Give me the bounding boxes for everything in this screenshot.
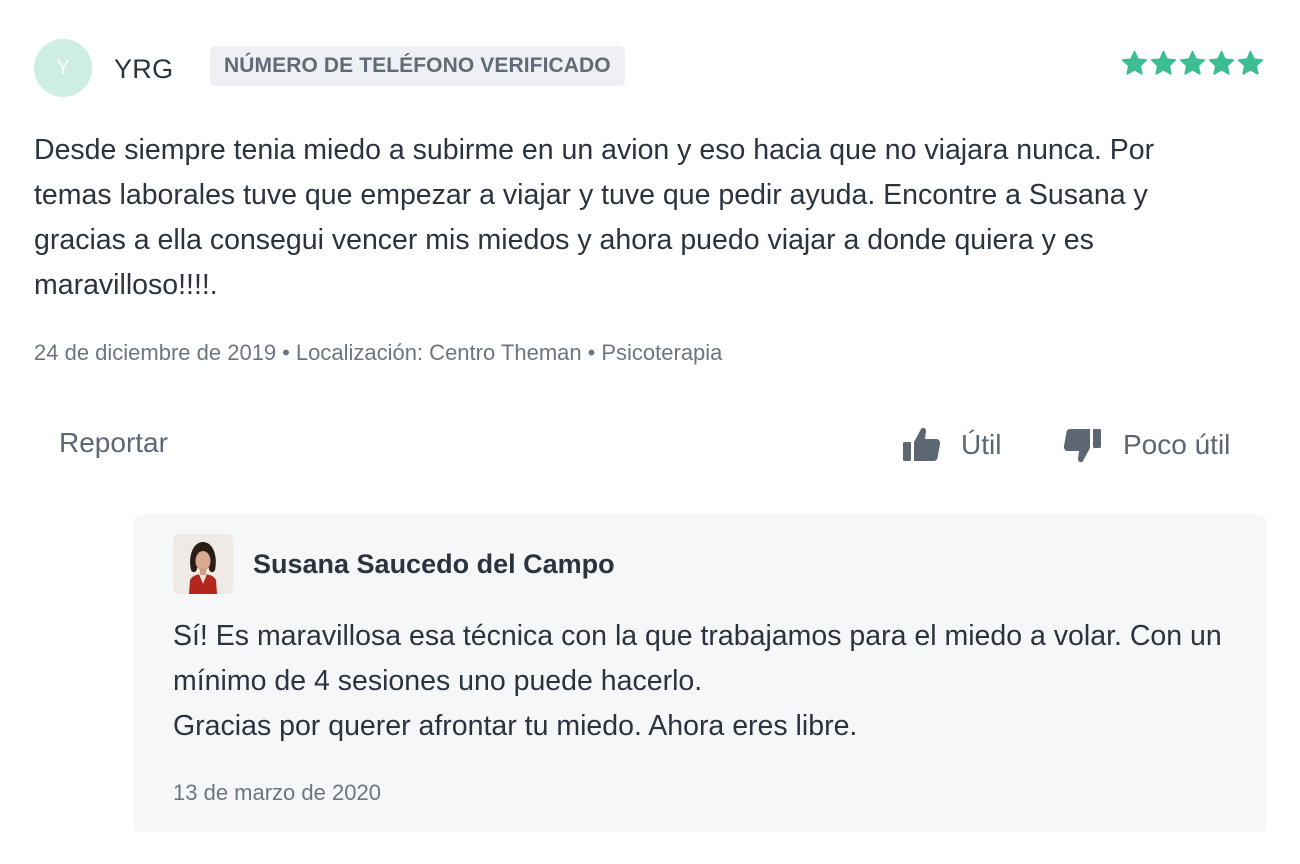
star-icon <box>1121 50 1148 75</box>
helpful-button[interactable]: Útil <box>901 420 1001 470</box>
review-meta: 24 de diciembre de 2019 • Localización: Ce… <box>34 340 722 366</box>
meta-separator: • <box>587 340 596 365</box>
avatar: Y <box>34 39 92 97</box>
star-icon <box>1179 50 1206 75</box>
review-text: Desde siempre tenia miedo a subirme en u… <box>34 134 1155 301</box>
review-service: Psicoterapia <box>601 340 723 365</box>
review-date: 24 de diciembre de 2019 <box>34 340 277 365</box>
star-icon <box>1237 50 1264 75</box>
reply-paragraph: Gracias por querer afrontar tu miedo. Ah… <box>173 710 858 742</box>
not-helpful-button[interactable]: Poco útil <box>1063 420 1230 470</box>
verified-phone-badge: NÚMERO DE TELÉFONO VERIFICADO <box>210 46 625 86</box>
review-actions: Reportar Útil Poco útil <box>0 420 1300 470</box>
meta-separator: • <box>282 340 290 365</box>
specialist-reply: Susana Saucedo del Campo Sí! Es maravill… <box>134 514 1266 832</box>
thumbs-down-icon <box>1063 429 1101 463</box>
review-location: Localización: Centro Theman <box>295 340 582 365</box>
star-rating <box>1121 50 1264 77</box>
star-icon <box>1208 50 1235 75</box>
thumbs-up-icon <box>903 427 941 461</box>
reply-date: 13 de marzo de 2020 <box>173 780 381 805</box>
reply-paragraph: Sí! Es maravillosa esa técnica con la qu… <box>173 620 1222 697</box>
doctor-avatar <box>173 534 233 594</box>
review-header: Y YRG NÚMERO DE TELÉFONO VERIFICADO <box>34 38 1266 98</box>
review-card: Y YRG NÚMERO DE TELÉFONO VERIFICADO Desd… <box>0 0 1300 864</box>
reply-text: Sí! Es maravillosa esa técnica con la qu… <box>173 614 1243 749</box>
report-link[interactable]: Reportar <box>59 427 168 459</box>
reply-author: Susana Saucedo del Campo <box>253 549 615 579</box>
star-icon <box>1150 50 1177 75</box>
helpful-label: Útil <box>961 429 1002 460</box>
not-helpful-label: Poco útil <box>1123 429 1231 460</box>
review-author: YRG <box>114 54 174 84</box>
